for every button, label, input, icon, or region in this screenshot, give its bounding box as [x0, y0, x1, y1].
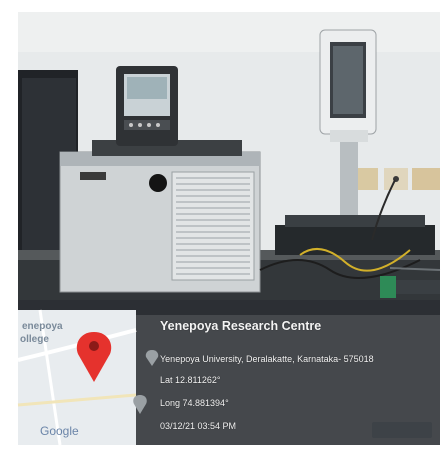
location-title: Yenepoya Research Centre: [160, 319, 322, 333]
map-place-label-2: ollege: [20, 334, 49, 345]
location-latitude: Lat 12.811262°: [160, 375, 221, 385]
temperature-controller: [116, 66, 178, 146]
map-place-label: enepoya: [22, 321, 63, 332]
green-device: [380, 276, 396, 298]
location-timestamp: 03/12/21 03:54 PM: [160, 421, 237, 431]
overlay-stamp: [372, 422, 432, 438]
location-address: Yenepoya University, Deralakatte, Karnat…: [160, 354, 374, 364]
google-logo: Google: [40, 424, 79, 438]
location-longitude: Long 74.881394°: [160, 398, 229, 408]
water-bath-unit: [59, 140, 261, 293]
wall-sockets: [358, 168, 440, 190]
photo: [0, 0, 444, 461]
